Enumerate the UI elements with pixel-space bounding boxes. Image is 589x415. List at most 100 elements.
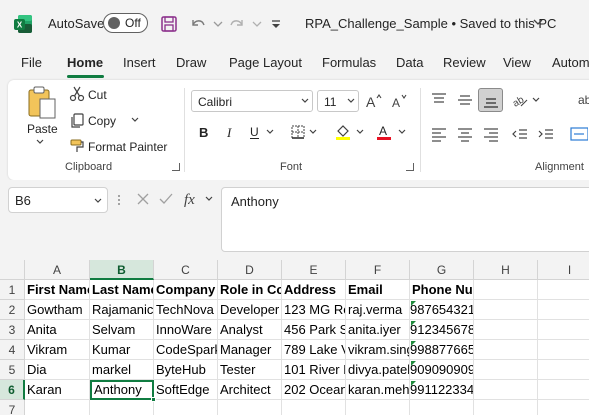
font-size-select[interactable]: 11	[317, 90, 359, 112]
cell-e1[interactable]: Address	[282, 280, 346, 300]
align-bottom-button[interactable]	[478, 88, 503, 112]
cell-h6[interactable]	[474, 380, 538, 400]
cell-f6[interactable]: karan.mehta	[346, 380, 410, 400]
cell-f3[interactable]: anita.iyer	[346, 320, 410, 340]
undo-icon[interactable]	[188, 14, 208, 34]
cell-b7[interactable]	[90, 400, 154, 415]
increase-font-size-icon[interactable]: A	[365, 92, 383, 110]
wrap-text-icon[interactable]: ab	[578, 93, 589, 107]
font-color-dropdown-icon[interactable]	[397, 128, 407, 136]
row-header-4[interactable]: 4	[0, 340, 25, 360]
align-middle-icon[interactable]	[456, 91, 474, 109]
cell-c1[interactable]: Company Name	[154, 280, 218, 300]
cell-d2[interactable]: Developer	[218, 300, 282, 320]
cell-f1[interactable]: Email	[346, 280, 410, 300]
cell-e7[interactable]	[282, 400, 346, 415]
row-header-6[interactable]: 6	[0, 380, 25, 400]
borders-dropdown-icon[interactable]	[308, 128, 318, 136]
cell-b2[interactable]: Rajamanickam	[90, 300, 154, 320]
cell-d5[interactable]: Tester	[218, 360, 282, 380]
number-as-text-warning-icon[interactable]	[411, 341, 416, 346]
tab-review[interactable]: Review	[443, 55, 486, 70]
customize-toolbar-icon[interactable]	[266, 14, 286, 34]
tab-view[interactable]: View	[503, 55, 531, 70]
fill-color-icon[interactable]	[334, 123, 352, 141]
cell-g4[interactable]: 9988776655	[410, 340, 474, 360]
cell-a3[interactable]: Anita	[25, 320, 90, 340]
cell-c6[interactable]: SoftEdge	[154, 380, 218, 400]
cell-a2[interactable]: Gowtham	[25, 300, 90, 320]
cell-g5[interactable]: 9090909090	[410, 360, 474, 380]
row-header-5[interactable]: 5	[0, 360, 25, 380]
fill-color-dropdown-icon[interactable]	[355, 128, 365, 136]
number-as-text-warning-icon[interactable]	[411, 381, 416, 386]
number-as-text-warning-icon[interactable]	[411, 321, 416, 326]
cancel-icon[interactable]	[136, 192, 150, 206]
cell-i3[interactable]	[538, 320, 589, 340]
cell-d3[interactable]: Analyst	[218, 320, 282, 340]
row-header-1[interactable]: 1	[0, 280, 25, 300]
column-header-e[interactable]: E	[282, 260, 346, 280]
italic-icon[interactable]: I	[222, 124, 238, 140]
tab-insert[interactable]: Insert	[123, 55, 156, 70]
paste-dropdown-icon[interactable]	[35, 138, 45, 146]
cell-b3[interactable]: Selvam	[90, 320, 154, 340]
cell-e6[interactable]: 202 Ocean Drive	[282, 380, 346, 400]
tab-page-layout[interactable]: Page Layout	[229, 55, 302, 70]
cell-c2[interactable]: TechNova	[154, 300, 218, 320]
cell-a4[interactable]: Vikram	[25, 340, 90, 360]
enter-icon[interactable]	[159, 192, 173, 206]
document-title[interactable]: RPA_Challenge_Sample • Saved to this PC	[305, 16, 556, 31]
fill-handle[interactable]	[151, 397, 156, 402]
redo-dropdown-icon[interactable]	[248, 14, 268, 34]
merge-center-icon[interactable]	[570, 125, 588, 143]
decrease-indent-icon[interactable]	[511, 125, 529, 143]
tab-file[interactable]: File	[21, 55, 42, 70]
select-all-corner[interactable]	[0, 260, 25, 280]
column-header-d[interactable]: D	[218, 260, 282, 280]
row-header-7[interactable]: 7	[0, 400, 25, 415]
insert-function-icon[interactable]: fx	[183, 190, 203, 208]
column-header-c[interactable]: C	[154, 260, 218, 280]
copy-button[interactable]: Copy	[88, 114, 116, 128]
paste-icon[interactable]	[25, 86, 59, 122]
decrease-font-size-icon[interactable]: A	[391, 92, 409, 110]
cell-i7[interactable]	[538, 400, 589, 415]
cell-h7[interactable]	[474, 400, 538, 415]
underline-icon[interactable]: U	[247, 124, 263, 140]
cell-c4[interactable]: CodeSpark	[154, 340, 218, 360]
cell-d1[interactable]: Role in Company	[218, 280, 282, 300]
column-header-i[interactable]: I	[538, 260, 589, 280]
formula-input[interactable]: Anthony	[221, 187, 589, 252]
number-as-text-warning-icon[interactable]	[411, 301, 416, 306]
worksheet-grid[interactable]: ABCDEFGHI 1First NameLast NameCompany Nam…	[0, 260, 589, 415]
row-header-2[interactable]: 2	[0, 300, 25, 320]
cell-g3[interactable]: 9123456780	[410, 320, 474, 340]
format-painter-icon[interactable]	[69, 138, 85, 154]
save-icon[interactable]	[159, 14, 179, 34]
cell-i6[interactable]	[538, 380, 589, 400]
paste-button[interactable]: Paste	[27, 122, 58, 136]
cell-b4[interactable]: Kumar	[90, 340, 154, 360]
cell-h2[interactable]	[474, 300, 538, 320]
function-dropdown-icon[interactable]	[204, 195, 214, 203]
cell-i2[interactable]	[538, 300, 589, 320]
cell-c7[interactable]	[154, 400, 218, 415]
cell-c3[interactable]: InnoWare	[154, 320, 218, 340]
format-painter-button[interactable]: Format Painter	[88, 140, 167, 154]
align-center-icon[interactable]	[456, 125, 474, 143]
cell-d7[interactable]	[218, 400, 282, 415]
column-header-g[interactable]: G	[410, 260, 474, 280]
cell-h5[interactable]	[474, 360, 538, 380]
cell-i5[interactable]	[538, 360, 589, 380]
tab-draw[interactable]: Draw	[176, 55, 206, 70]
cell-h3[interactable]	[474, 320, 538, 340]
cell-a1[interactable]: First Name	[25, 280, 90, 300]
cell-a6[interactable]: Karan	[25, 380, 90, 400]
cell-d6[interactable]: Architect	[218, 380, 282, 400]
cell-b6[interactable]: Anthony	[90, 380, 154, 400]
cell-e2[interactable]: 123 MG Road	[282, 300, 346, 320]
cell-g1[interactable]: Phone Number	[410, 280, 474, 300]
align-right-icon[interactable]	[482, 125, 500, 143]
cell-f2[interactable]: raj.verma	[346, 300, 410, 320]
